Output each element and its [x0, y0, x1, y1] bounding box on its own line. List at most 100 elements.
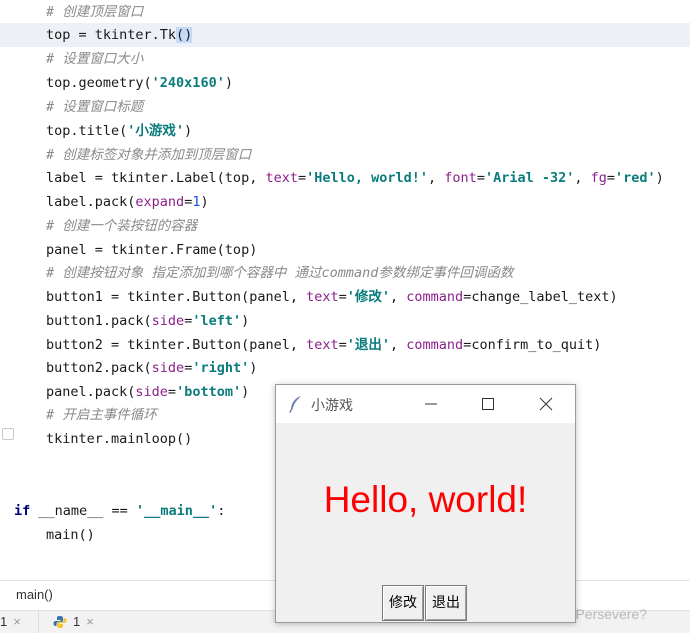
- quit-button[interactable]: 退出: [425, 585, 467, 621]
- code-text: button2 = tkinter.Button(panel,: [46, 337, 307, 353]
- close-icon[interactable]: ×: [86, 614, 94, 629]
- code-text: =: [297, 170, 307, 186]
- code-line[interactable]: top.title('小游戏'): [0, 119, 690, 143]
- code-text: panel = tkinter.Frame(top): [46, 242, 258, 258]
- code-comment: # 设置窗口大小: [46, 51, 144, 67]
- code-text: ): [241, 384, 250, 400]
- tab-label: 1: [73, 614, 81, 629]
- code-string: 'Hello, world!': [306, 170, 429, 186]
- code-text: ): [241, 313, 250, 329]
- code-param: text: [306, 289, 339, 305]
- window-title: 小游戏: [311, 398, 353, 414]
- tab-label: 1: [0, 614, 8, 629]
- minimize-button[interactable]: [402, 385, 460, 423]
- python-icon: [53, 615, 67, 628]
- code-text: button2.pack(: [46, 360, 152, 376]
- code-text: ): [224, 75, 233, 91]
- code-line[interactable]: top.geometry('240x160'): [0, 71, 690, 95]
- code-line[interactable]: button1 = tkinter.Button(panel, text='修改…: [0, 285, 690, 309]
- code-selection: (): [176, 27, 193, 43]
- tk-titlebar[interactable]: 小游戏: [276, 385, 575, 423]
- code-line[interactable]: # 创建标签对象并添加到顶层窗口: [0, 143, 690, 167]
- code-param: text: [306, 337, 339, 353]
- code-text: =: [338, 337, 347, 353]
- code-string: '退出': [346, 337, 391, 353]
- code-text: ,: [390, 289, 407, 305]
- code-text: =: [338, 289, 347, 305]
- code-string: 'Arial -32': [484, 170, 575, 186]
- code-text: =: [167, 384, 177, 400]
- code-line[interactable]: button2.pack(side='right'): [0, 356, 690, 380]
- code-string: 'left': [192, 313, 242, 329]
- code-text: ): [249, 360, 258, 376]
- close-icon: [539, 397, 553, 411]
- close-icon[interactable]: ×: [13, 614, 21, 629]
- code-text: tkinter.mainloop(): [46, 431, 193, 447]
- code-line[interactable]: panel = tkinter.Frame(top): [0, 238, 690, 262]
- code-string: 'red': [615, 170, 656, 186]
- code-param: command: [406, 337, 464, 353]
- code-line[interactable]: button1.pack(side='left'): [0, 309, 690, 333]
- code-text: ,: [390, 337, 407, 353]
- code-line[interactable]: # 创建顶层窗口: [0, 0, 690, 24]
- code-comment: # 创建顶层窗口: [46, 4, 144, 20]
- code-line[interactable]: label = tkinter.Label(top, text='Hello, …: [0, 166, 690, 190]
- breadcrumb-item[interactable]: main(): [16, 587, 53, 602]
- code-text: label.pack(: [46, 194, 136, 210]
- code-comment-ref: command: [321, 265, 379, 281]
- code-text: ): [200, 194, 209, 210]
- code-keyword: if: [14, 503, 31, 519]
- code-comment: # 创建一个装按钮的容器: [46, 218, 198, 234]
- code-param: text: [265, 170, 298, 186]
- code-comment: # 创建标签对象并添加到顶层窗口: [46, 147, 252, 163]
- hello-label: Hello, world!: [323, 479, 528, 520]
- code-line-current[interactable]: top = tkinter.Tk(): [0, 23, 690, 47]
- code-text: main(): [46, 527, 95, 543]
- close-button[interactable]: [517, 385, 575, 423]
- code-string: '小游戏': [127, 123, 185, 139]
- code-text: =: [606, 170, 616, 186]
- code-line[interactable]: # 设置窗口大小: [0, 47, 690, 71]
- code-text: change_label_text: [471, 289, 610, 305]
- code-text: button1.pack(: [46, 313, 152, 329]
- code-text: label = tkinter.Label(top,: [46, 170, 266, 186]
- modify-button[interactable]: 修改: [382, 585, 424, 621]
- code-param: command: [406, 289, 464, 305]
- tk-window[interactable]: 小游戏 Hello, world! 修改 退出: [275, 384, 576, 623]
- code-text: panel.pack(: [46, 384, 136, 400]
- code-text: =: [476, 170, 485, 186]
- code-param: font: [444, 170, 477, 186]
- code-string: 'right': [192, 360, 250, 376]
- code-line[interactable]: # 创建按钮对象 指定添加到哪个容器中 通过command参数绑定事件回调函数: [0, 261, 690, 285]
- code-comment: # 开启主事件循环: [46, 407, 157, 423]
- code-string: '__main__': [135, 503, 218, 519]
- minimize-icon: [425, 403, 437, 405]
- code-text: top = tkinter.Tk: [46, 27, 177, 43]
- code-param: expand: [135, 194, 185, 210]
- code-line[interactable]: button2 = tkinter.Button(panel, text='退出…: [0, 333, 690, 357]
- maximize-button[interactable]: [459, 385, 517, 423]
- code-text: confirm_to_quit: [471, 337, 594, 353]
- code-string: '修改': [346, 289, 391, 305]
- code-text: ,: [574, 170, 591, 186]
- tab-run-2[interactable]: 1 ×: [38, 611, 119, 633]
- code-param: side: [135, 384, 168, 400]
- code-param: side: [151, 360, 185, 376]
- code-string: 'bottom': [176, 384, 242, 400]
- feather-icon: [289, 396, 301, 413]
- code-line[interactable]: # 设置窗口标题: [0, 95, 690, 119]
- code-text: __name__ ==: [30, 503, 136, 519]
- code-line[interactable]: label.pack(expand=1): [0, 190, 690, 214]
- code-comment: # 创建按钮对象 指定添加到哪个容器中 通过: [46, 265, 322, 281]
- code-text: ): [655, 170, 664, 186]
- code-text: top.geometry(: [46, 75, 152, 91]
- code-text: top.title(: [46, 123, 128, 139]
- tab-run-1[interactable]: 1 ×: [0, 611, 36, 633]
- code-param: fg: [590, 170, 607, 186]
- code-comment: # 设置窗口标题: [46, 99, 144, 115]
- code-text: :: [217, 503, 226, 519]
- code-text: button1 = tkinter.Button(panel,: [46, 289, 307, 305]
- code-text: ): [184, 123, 193, 139]
- code-line[interactable]: # 创建一个装按钮的容器: [0, 214, 690, 238]
- code-string: '240x160': [151, 75, 225, 91]
